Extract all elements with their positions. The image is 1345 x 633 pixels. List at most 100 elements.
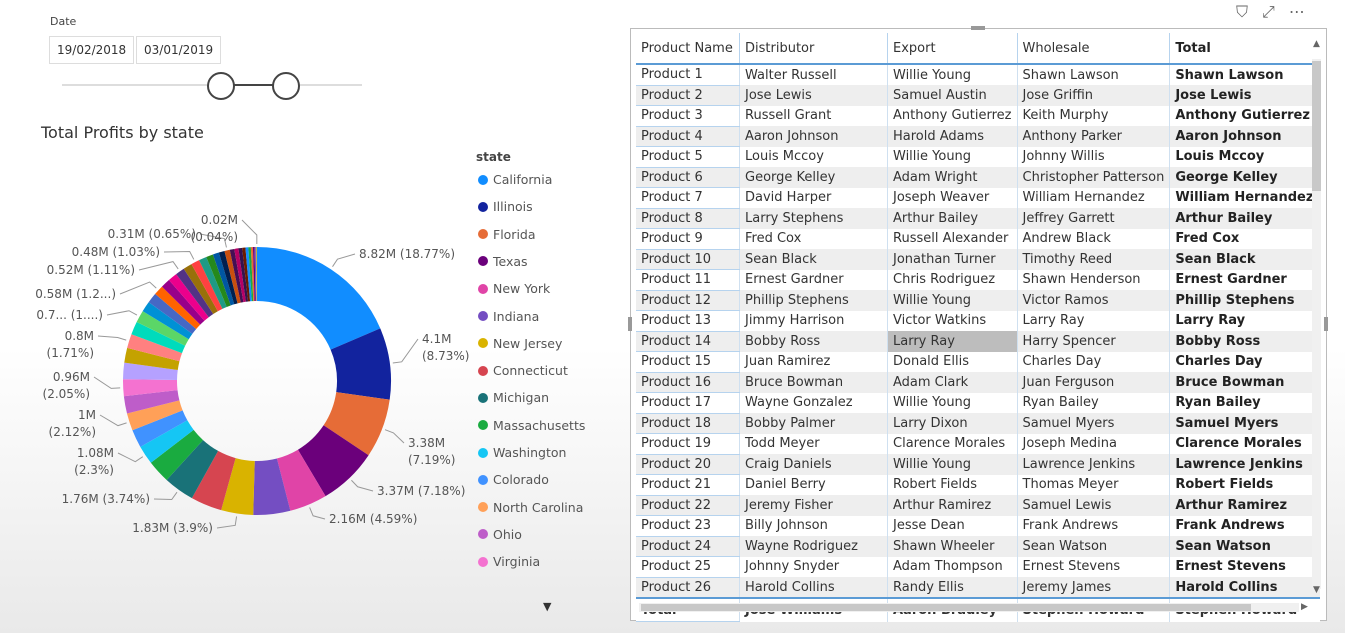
table-cell[interactable]: Jeremy Fisher [739, 495, 888, 516]
table-cell[interactable]: Robert Fields [1169, 474, 1321, 495]
table-row[interactable]: Product 26 Harold Collins Randy Ellis Jerem… [636, 577, 1321, 599]
table-cell[interactable]: Charles Day [1169, 351, 1321, 372]
focus-mode-icon[interactable]: ⤢ [1262, 2, 1275, 22]
table-row[interactable]: Product 9 Fred Cox Russell Alexander Andrew… [636, 228, 1321, 250]
legend-item[interactable]: Illinois [478, 199, 533, 214]
table-cell[interactable]: Samuel Austin [887, 85, 1018, 106]
table-cell[interactable]: Sean Black [1169, 249, 1321, 270]
table-cell[interactable]: Clarence Morales [887, 433, 1018, 454]
table-cell[interactable]: Willie Young [887, 146, 1018, 167]
table-row[interactable]: Product 18 Bobby Palmer Larry Dixon Samuel … [636, 413, 1321, 434]
table-cell[interactable]: Jose Lewis [1169, 85, 1321, 106]
table-cell[interactable]: Walter Russell [739, 64, 888, 85]
table-cell[interactable]: Anthony Gutierrez [1169, 105, 1321, 126]
table-cell[interactable]: Product 14 [636, 331, 740, 352]
table-cell[interactable]: Louis Mccoy [1169, 146, 1321, 167]
table-cell[interactable]: Bobby Ross [1169, 331, 1321, 352]
table-cell[interactable]: Ryan Bailey [1169, 392, 1321, 413]
table-row[interactable]: Product 22 Jeremy Fisher Arthur Ramirez Sam… [636, 495, 1321, 516]
table-row[interactable]: Product 19 Todd Meyer Clarence Morales Jose… [636, 433, 1321, 455]
table-row[interactable]: Product 15 Juan Ramirez Donald Ellis Charle… [636, 351, 1321, 373]
table-cell[interactable]: Product 19 [636, 433, 740, 455]
table-row[interactable]: Product 21 Daniel Berry Robert Fields Thoma… [636, 474, 1321, 496]
column-header[interactable]: Product Name [636, 33, 740, 65]
table-row[interactable]: Product 24 Wayne Rodriguez Shawn Wheeler Se… [636, 536, 1321, 557]
legend-item[interactable]: California [478, 172, 552, 187]
table-cell[interactable]: Anthony Parker [1016, 126, 1170, 147]
table-cell[interactable]: Wayne Rodriguez [739, 536, 888, 557]
table-row[interactable]: Product 20 Craig Daniels Willie Young Lawre… [636, 454, 1321, 475]
table-cell[interactable]: Product 4 [636, 126, 740, 147]
end-date-input[interactable]: 03/01/2019 [136, 36, 222, 64]
table-cell[interactable]: Phillip Stephens [739, 290, 888, 311]
table-cell[interactable]: Arthur Bailey [887, 208, 1018, 229]
table-cell[interactable]: Fred Cox [1169, 228, 1321, 249]
table-cell[interactable]: William Hernandez [1016, 187, 1170, 208]
table-cell[interactable]: Harold Collins [1169, 577, 1321, 598]
legend-scroll-down-icon[interactable]: ▼ [543, 600, 551, 613]
table-cell[interactable]: Harold Adams [887, 126, 1018, 147]
table-cell[interactable]: Product 17 [636, 392, 740, 414]
table-cell[interactable]: Bobby Palmer [739, 413, 888, 434]
table-cell[interactable]: Arthur Ramirez [887, 495, 1018, 516]
table-cell[interactable]: Product 24 [636, 536, 740, 557]
table-row[interactable]: Product 23 Billy Johnson Jesse Dean Frank A… [636, 515, 1321, 537]
table-cell[interactable]: Willie Young [887, 392, 1018, 413]
table-cell[interactable]: Juan Ramirez [739, 351, 888, 372]
table-cell[interactable]: Larry Ray [1016, 310, 1170, 331]
table-row[interactable]: Product 14 Bobby Ross Larry Ray Harry Spenc… [636, 331, 1321, 352]
table-cell[interactable]: Anthony Gutierrez [887, 105, 1018, 126]
table-cell[interactable]: Juan Ferguson [1016, 372, 1170, 393]
table-cell[interactable]: Product 2 [636, 85, 740, 106]
table-cell[interactable]: George Kelley [1169, 167, 1321, 188]
table-cell[interactable]: Product 13 [636, 310, 740, 332]
table-cell[interactable]: Sean Watson [1016, 536, 1170, 557]
table-cell[interactable]: Adam Wright [887, 167, 1018, 188]
table-cell[interactable]: Product 25 [636, 556, 740, 578]
table-cell[interactable]: Shawn Henderson [1016, 269, 1170, 290]
legend-item[interactable]: Washington [478, 445, 566, 460]
table-cell[interactable]: Samuel Lewis [1016, 495, 1170, 516]
column-header[interactable]: Export [887, 33, 1018, 65]
vertical-scroll-thumb[interactable] [1312, 61, 1321, 191]
start-date-handle[interactable] [207, 72, 235, 100]
table-cell[interactable]: Harry Spencer [1016, 331, 1170, 352]
resize-handle-top[interactable] [971, 26, 985, 30]
table-cell[interactable]: Andrew Black [1016, 228, 1170, 249]
legend-item[interactable]: Connecticut [478, 363, 568, 378]
table-row[interactable]: Product 25 Johnny Snyder Adam Thompson Erne… [636, 556, 1321, 578]
table-cell[interactable]: Bruce Bowman [1169, 372, 1321, 393]
table-cell[interactable]: Product 11 [636, 269, 740, 291]
table-cell[interactable]: Product 22 [636, 495, 740, 516]
end-date-handle[interactable] [272, 72, 300, 100]
table-cell[interactable]: Aaron Johnson [1169, 126, 1321, 147]
table-cell[interactable]: Ernest Gardner [739, 269, 888, 290]
table-cell[interactable]: Jose Lewis [739, 85, 888, 106]
start-date-input[interactable]: 19/02/2018 [49, 36, 135, 64]
table-cell[interactable]: Product 20 [636, 454, 740, 475]
table-cell[interactable]: Christopher Patterson [1016, 167, 1170, 188]
table-cell[interactable]: Jesse Dean [887, 515, 1018, 536]
table-cell[interactable]: Product 5 [636, 146, 740, 168]
table-row[interactable]: Product 2 Jose Lewis Samuel Austin Jose Gri… [636, 85, 1321, 106]
table-cell[interactable]: David Harper [739, 187, 888, 208]
table-cell[interactable]: Product 10 [636, 249, 740, 270]
table-cell[interactable]: Wayne Gonzalez [739, 392, 888, 413]
column-header[interactable]: Total [1169, 33, 1321, 65]
table-row[interactable]: Product 8 Larry Stephens Arthur Bailey Jeff… [636, 208, 1321, 229]
table-cell[interactable]: William Hernandez [1169, 187, 1321, 208]
table-cell[interactable]: Willie Young [887, 64, 1018, 85]
legend-item[interactable]: Texas [478, 254, 528, 269]
table-cell[interactable]: Louis Mccoy [739, 146, 888, 167]
table-cell[interactable]: Sean Black [739, 249, 888, 270]
table-cell[interactable]: Frank Andrews [1169, 515, 1321, 536]
table-cell[interactable]: Product 21 [636, 474, 740, 496]
table-cell[interactable]: Victor Ramos [1016, 290, 1170, 311]
table-cell[interactable]: Shawn Wheeler [887, 536, 1018, 557]
column-header[interactable]: Wholesale [1016, 33, 1170, 65]
scroll-up-icon[interactable]: ▲ [1313, 39, 1320, 49]
table-cell[interactable]: Product 15 [636, 351, 740, 373]
resize-handle-left[interactable] [628, 317, 632, 331]
table-cell[interactable]: Product 16 [636, 372, 740, 393]
table-cell[interactable]: Willie Young [887, 454, 1018, 475]
